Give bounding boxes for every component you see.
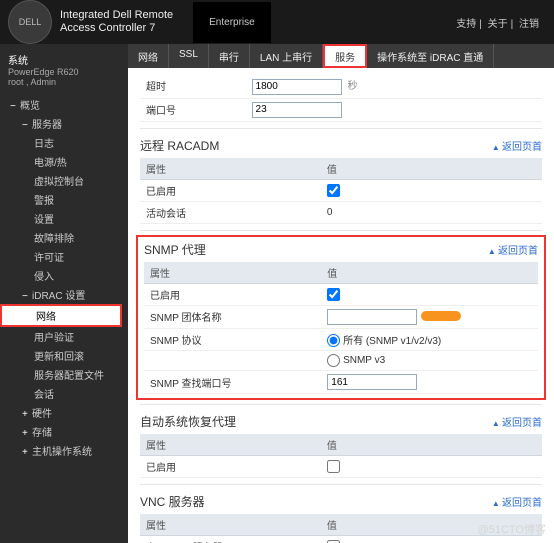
tab-passthrough[interactable]: 操作系统至 iDRAC 直通 xyxy=(367,44,494,68)
vnc-title: VNC 服务器 xyxy=(140,493,205,510)
nav-tree: −概览 −服务器 日志 电源/热 虚拟控制台 警报 设置 故障排除 许可证 侵入… xyxy=(0,95,128,460)
nav-server[interactable]: −服务器 xyxy=(0,114,128,133)
product-line1: Integrated Dell Remote xyxy=(60,9,173,22)
top-links: 支持| 关于| 注销 xyxy=(453,15,554,30)
col-attr: 属性 xyxy=(140,514,321,536)
license-badge: Enterprise xyxy=(193,2,271,43)
racadm-sessions-label: 活动会话 xyxy=(140,201,321,223)
section-snmp: SNMP 代理 返回页首 属性值 已启用 SNMP 团体名称 SNMP 协议 所… xyxy=(136,235,546,401)
asr-enabled-label: 已启用 xyxy=(140,456,321,478)
tab-lanserial[interactable]: LAN 上串行 xyxy=(250,44,323,68)
snmp-protocol-v3[interactable] xyxy=(327,354,340,367)
col-attr: 属性 xyxy=(144,262,321,284)
link-support[interactable]: 支持 xyxy=(456,19,476,30)
section-asr: 自动系统恢复代理 返回页首 属性值 已启用 xyxy=(128,407,554,482)
tab-ssl[interactable]: SSL xyxy=(169,44,209,68)
asr-back[interactable]: 返回页首 xyxy=(492,414,542,429)
port-label: 端口号 xyxy=(140,98,246,121)
system-label: 系统 xyxy=(8,52,120,67)
col-val: 值 xyxy=(321,262,538,284)
section-racadm: 远程 RACADM 返回页首 属性值 已启用 活动会话0 xyxy=(128,131,554,228)
nav-alerts[interactable]: 警报 xyxy=(0,190,128,209)
system-model: PowerEdge R620 xyxy=(8,67,120,77)
snmp-back[interactable]: 返回页首 xyxy=(488,242,538,257)
snmp-port-label: SNMP 查找端口号 xyxy=(144,371,321,394)
nav-update[interactable]: 更新和回滚 xyxy=(0,346,128,365)
snmp-community-input[interactable] xyxy=(327,309,417,325)
asr-enabled-check[interactable] xyxy=(327,460,340,473)
snmp-enabled-label: 已启用 xyxy=(144,283,321,305)
snmp-protocol-label: SNMP 协议 xyxy=(144,328,321,351)
system-info: 系统 PowerEdge R620 root , Admin xyxy=(0,48,128,95)
vnc-enable-label: 启用 VNC 服务器 xyxy=(140,536,321,543)
nav-userauth[interactable]: 用户验证 xyxy=(0,327,128,346)
timeout-label: 超时 xyxy=(140,74,246,98)
section-vnc: VNC 服务器 返回页首 属性值 启用 VNC 服务器 VNC 密码 确认密码 … xyxy=(128,487,554,543)
snmp-protocol-all-label: 所有 (SNMP v1/v2/v3) xyxy=(343,336,441,347)
nav-setup[interactable]: 设置 xyxy=(0,209,128,228)
timeout-input[interactable] xyxy=(252,79,342,95)
tab-serial[interactable]: 串行 xyxy=(209,44,250,68)
system-user: root , Admin xyxy=(8,77,120,87)
seconds-hint: 秒 xyxy=(348,81,358,92)
header-bar: DELL Integrated Dell Remote Access Contr… xyxy=(0,0,554,44)
racadm-sessions-value: 0 xyxy=(321,201,542,223)
snmp-enabled-check[interactable] xyxy=(327,288,340,301)
content-area: 网络 SSL 串行 LAN 上串行 服务 操作系统至 iDRAC 直通 超时 秒… xyxy=(128,44,554,543)
nav-troubleshoot[interactable]: 故障排除 xyxy=(0,228,128,247)
col-val: 值 xyxy=(321,514,542,536)
snmp-protocol-all[interactable] xyxy=(327,334,340,347)
col-attr: 属性 xyxy=(140,158,321,180)
dell-logo: DELL xyxy=(8,0,52,44)
racadm-back[interactable]: 返回页首 xyxy=(492,138,542,153)
col-val: 值 xyxy=(321,158,542,180)
nav-hostos[interactable]: +主机操作系统 xyxy=(0,441,128,460)
section-top: 超时 秒 端口号 xyxy=(128,68,554,126)
nav-overview[interactable]: −概览 xyxy=(0,95,128,114)
tab-services[interactable]: 服务 xyxy=(323,44,367,68)
nav-profiles[interactable]: 服务器配置文件 xyxy=(0,365,128,384)
racadm-title: 远程 RACADM xyxy=(140,137,219,154)
tab-network[interactable]: 网络 xyxy=(128,44,169,68)
link-about[interactable]: 关于 xyxy=(488,19,508,30)
redacted-icon xyxy=(421,311,461,321)
snmp-community-label: SNMP 团体名称 xyxy=(144,305,321,328)
tab-bar: 网络 SSL 串行 LAN 上串行 服务 操作系统至 iDRAC 直通 xyxy=(128,44,554,68)
col-val: 值 xyxy=(321,434,542,456)
port-input[interactable] xyxy=(252,102,342,118)
link-logout[interactable]: 注销 xyxy=(519,19,539,30)
nav-idrac[interactable]: −iDRAC 设置 xyxy=(0,285,128,304)
nav-console[interactable]: 虚拟控制台 xyxy=(0,171,128,190)
product-line2: Access Controller 7 xyxy=(60,22,173,35)
nav-network[interactable]: 网络 xyxy=(0,304,122,327)
nav-hardware[interactable]: +硬件 xyxy=(0,403,128,422)
nav-power[interactable]: 电源/热 xyxy=(0,152,128,171)
nav-intrusion[interactable]: 侵入 xyxy=(0,266,128,285)
col-attr: 属性 xyxy=(140,434,321,456)
nav-storage[interactable]: +存储 xyxy=(0,422,128,441)
nav-sessions[interactable]: 会话 xyxy=(0,384,128,403)
nav-logs[interactable]: 日志 xyxy=(0,133,128,152)
vnc-back[interactable]: 返回页首 xyxy=(492,494,542,509)
sidebar: 系统 PowerEdge R620 root , Admin −概览 −服务器 … xyxy=(0,44,128,543)
nav-license[interactable]: 许可证 xyxy=(0,247,128,266)
asr-title: 自动系统恢复代理 xyxy=(140,413,236,430)
product-title: Integrated Dell Remote Access Controller… xyxy=(60,9,173,35)
snmp-protocol-v3-label: SNMP v3 xyxy=(343,356,385,367)
snmp-port-input[interactable] xyxy=(327,374,417,390)
racadm-enabled-label: 已启用 xyxy=(140,179,321,201)
racadm-enabled-check[interactable] xyxy=(327,184,340,197)
snmp-title: SNMP 代理 xyxy=(144,241,206,258)
